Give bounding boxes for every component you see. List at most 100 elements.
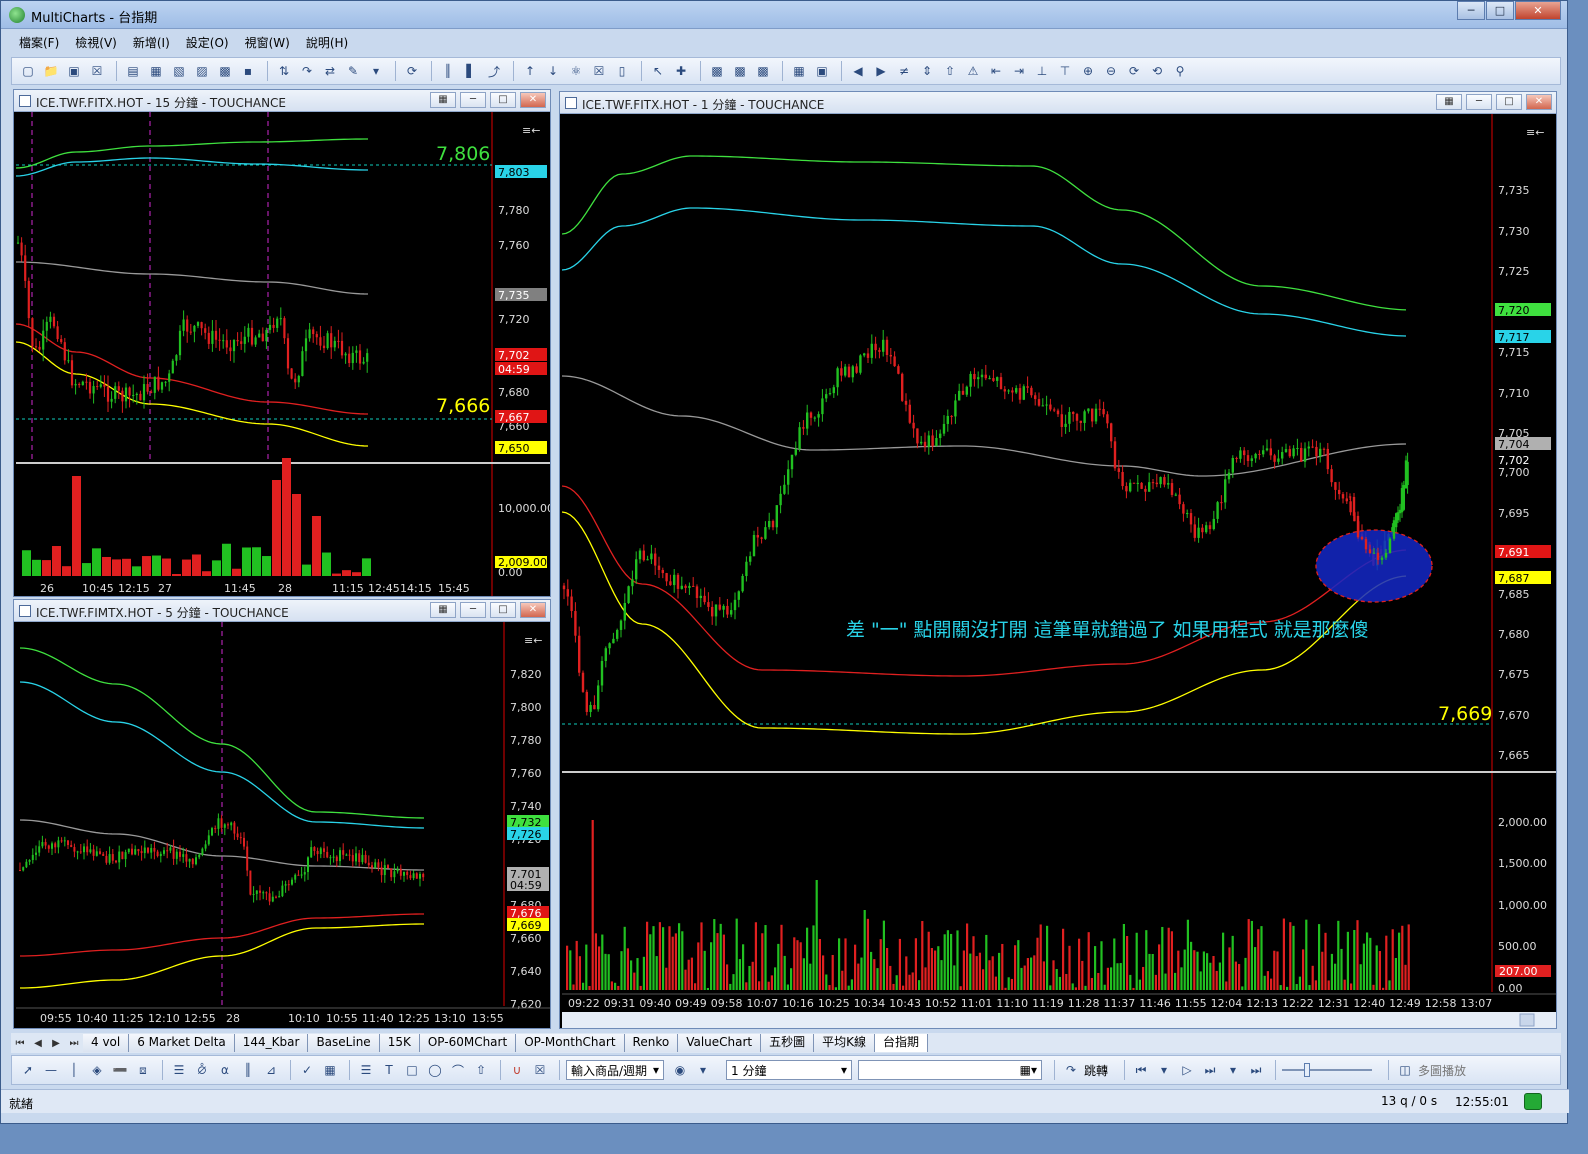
- alert-icon[interactable]: ⚠: [963, 62, 983, 80]
- chart-5min-svg[interactable]: 7,8207,8007,7807,7607,7407,7207,6807,660…: [16, 622, 550, 1028]
- delete-drawing-icon[interactable]: ☒: [530, 1061, 550, 1079]
- dom-icon[interactable]: ▧: [169, 62, 189, 80]
- parallel-icon[interactable]: ➖: [110, 1061, 130, 1079]
- playback-speed-slider[interactable]: [1282, 1062, 1373, 1078]
- chart-window-icon[interactable]: ▤: [123, 62, 143, 80]
- draw-tool-icon[interactable]: ✎: [343, 62, 363, 80]
- menu-insert[interactable]: 新增(I): [125, 34, 178, 51]
- symbol-select[interactable]: 輸入商品/週期 ▾: [566, 1060, 664, 1080]
- date-field[interactable]: ▦▾: [858, 1060, 1042, 1080]
- interval-select[interactable]: 1 分鐘 ▾: [726, 1060, 852, 1080]
- bar-spacing-2-icon[interactable]: ⊤: [1055, 62, 1075, 80]
- tab-first-icon[interactable]: ⏮: [11, 1038, 29, 1049]
- price-panel-3[interactable]: 差 "一" 點開關沒打開 這筆單就錯過了 如果用程式 就是那麼傻 7,669 7,7…: [562, 114, 1556, 1028]
- menu-window[interactable]: 視窗(W): [237, 34, 298, 51]
- workspace-tab[interactable]: 平均K線: [814, 1034, 876, 1052]
- chart-options-button[interactable]: ▦: [1436, 94, 1462, 110]
- menu-view[interactable]: 檢視(V): [67, 34, 125, 51]
- data-window-icon[interactable]: ▩: [730, 62, 750, 80]
- order-icon[interactable]: ⚛: [566, 62, 586, 80]
- step-forward-icon[interactable]: ⏭: [1200, 1061, 1220, 1079]
- maximize-button[interactable]: □: [1486, 1, 1514, 20]
- chart-minimize-button[interactable]: ─: [1466, 94, 1492, 110]
- andrews-icon[interactable]: ⧈: [133, 1061, 153, 1079]
- connection-status-icon[interactable]: [1524, 1093, 1542, 1110]
- close-button[interactable]: ✕: [1515, 1, 1561, 20]
- position-icon[interactable]: ▯: [612, 62, 632, 80]
- chart-window-fitx-1min[interactable]: ICE.TWF.FITX.HOT - 1 分鐘 - TOUCHANCE ▦ ─ …: [559, 91, 1557, 1029]
- workspace-tab[interactable]: 五秒圖: [761, 1034, 815, 1052]
- fib-time-icon[interactable]: ║: [238, 1061, 258, 1079]
- buy-icon[interactable]: ↑: [520, 62, 540, 80]
- editor-icon[interactable]: ▪: [238, 62, 258, 80]
- ellipse-icon[interactable]: ◯: [425, 1061, 445, 1079]
- expand-icon[interactable]: ⇕: [917, 62, 937, 80]
- jump-label[interactable]: 跳轉: [1084, 1062, 1108, 1079]
- save-icon[interactable]: ▣: [64, 62, 84, 80]
- dropdown-arrow-icon[interactable]: ▾: [1223, 1061, 1243, 1079]
- menu-settings[interactable]: 設定(O): [178, 34, 237, 51]
- trendline-icon[interactable]: ➚: [18, 1061, 38, 1079]
- multi-playback-icon[interactable]: ◫: [1395, 1061, 1415, 1079]
- tab-prev-icon[interactable]: ◀: [29, 1038, 47, 1049]
- chart-close-button[interactable]: ✕: [520, 602, 546, 618]
- globe-icon[interactable]: ◉: [670, 1061, 690, 1079]
- workspace-tab[interactable]: 台指期: [875, 1034, 929, 1052]
- workspace-tab[interactable]: BaseLine: [308, 1034, 380, 1052]
- image-icon[interactable]: ▣: [812, 62, 832, 80]
- rectangle-icon[interactable]: □: [402, 1061, 422, 1079]
- arc-icon[interactable]: ⌒: [448, 1061, 468, 1079]
- crosshair-icon[interactable]: ✚: [671, 62, 691, 80]
- magnet-icon[interactable]: ∪: [507, 1061, 527, 1079]
- dropdown-arrow-icon[interactable]: ▾: [1154, 1061, 1174, 1079]
- chart-maximize-button[interactable]: □: [490, 92, 516, 108]
- chart-15min-svg[interactable]: 7,8067,6667,7807,7607,7207,6807,6607,803…: [16, 112, 550, 596]
- chart-close-button[interactable]: ✕: [1526, 94, 1552, 110]
- grid-icon[interactable]: ▦: [320, 1061, 340, 1079]
- open-folder-icon[interactable]: 📁: [41, 62, 61, 80]
- horizontal-line-icon[interactable]: —: [41, 1061, 61, 1079]
- workspace-tab[interactable]: OP-MonthChart: [516, 1034, 625, 1052]
- playback-label[interactable]: 多圖播放: [1418, 1062, 1466, 1079]
- price-panel-1[interactable]: 7,806 7,666 7,780 7,760 7,720 7,680 7,660 7,803…: [16, 112, 550, 596]
- quote-manager-icon[interactable]: ▨: [192, 62, 212, 80]
- chart-minimize-button[interactable]: ─: [460, 92, 486, 108]
- dropdown-arrow-icon[interactable]: ▾: [366, 62, 386, 80]
- refresh-icon[interactable]: ⟳: [402, 62, 422, 80]
- chart-maximize-button[interactable]: □: [490, 602, 516, 618]
- magnifier-icon[interactable]: ⚲: [1170, 62, 1190, 80]
- channel-icon[interactable]: ◈: [87, 1061, 107, 1079]
- zoom-out-icon[interactable]: ⊖: [1101, 62, 1121, 80]
- gann-icon[interactable]: ✓: [297, 1061, 317, 1079]
- scroll-right-icon[interactable]: ▶: [871, 62, 891, 80]
- scroll-left-icon[interactable]: ◀: [848, 62, 868, 80]
- zoom-reset-icon[interactable]: ⟳: [1124, 62, 1144, 80]
- arrow-up-icon[interactable]: ⇧: [940, 62, 960, 80]
- workspace-tab[interactable]: 15K: [379, 1034, 420, 1052]
- jump-icon[interactable]: ↷: [1061, 1061, 1081, 1079]
- line-chart-icon[interactable]: ⤴: [484, 62, 504, 80]
- text-tool-icon[interactable]: T: [379, 1061, 399, 1079]
- cursor-icon[interactable]: ↖: [648, 62, 668, 80]
- text-list-icon[interactable]: ☰: [356, 1061, 376, 1079]
- play-icon[interactable]: ▷: [1177, 1061, 1197, 1079]
- candlestick-icon[interactable]: ▌: [461, 62, 481, 80]
- playback-icon[interactable]: ⟲: [1147, 62, 1167, 80]
- vertical-line-icon[interactable]: │: [64, 1061, 84, 1079]
- zoom-in-icon[interactable]: ⊕: [1078, 62, 1098, 80]
- chart-options-button[interactable]: ▦: [430, 92, 456, 108]
- data-tip-icon[interactable]: ▩: [707, 62, 727, 80]
- end-icon[interactable]: ⏭: [1246, 1061, 1266, 1079]
- tab-next-icon[interactable]: ▶: [47, 1038, 65, 1049]
- new-workspace-icon[interactable]: ▢: [18, 62, 38, 80]
- step-back-icon[interactable]: ⏮: [1131, 1061, 1151, 1079]
- close-workspace-icon[interactable]: ☒: [87, 62, 107, 80]
- sell-icon[interactable]: ↓: [543, 62, 563, 80]
- menu-help[interactable]: 說明(H): [298, 34, 356, 51]
- menu-file[interactable]: 檔案(F): [11, 34, 67, 51]
- workspace-tab[interactable]: OP-60MChart: [419, 1034, 517, 1052]
- bar-spacing-icon[interactable]: ⊥: [1032, 62, 1052, 80]
- compress-icon[interactable]: ≠: [894, 62, 914, 80]
- insert-indicator-icon[interactable]: ⇅: [274, 62, 294, 80]
- fib-arc-icon[interactable]: ⍺: [215, 1061, 235, 1079]
